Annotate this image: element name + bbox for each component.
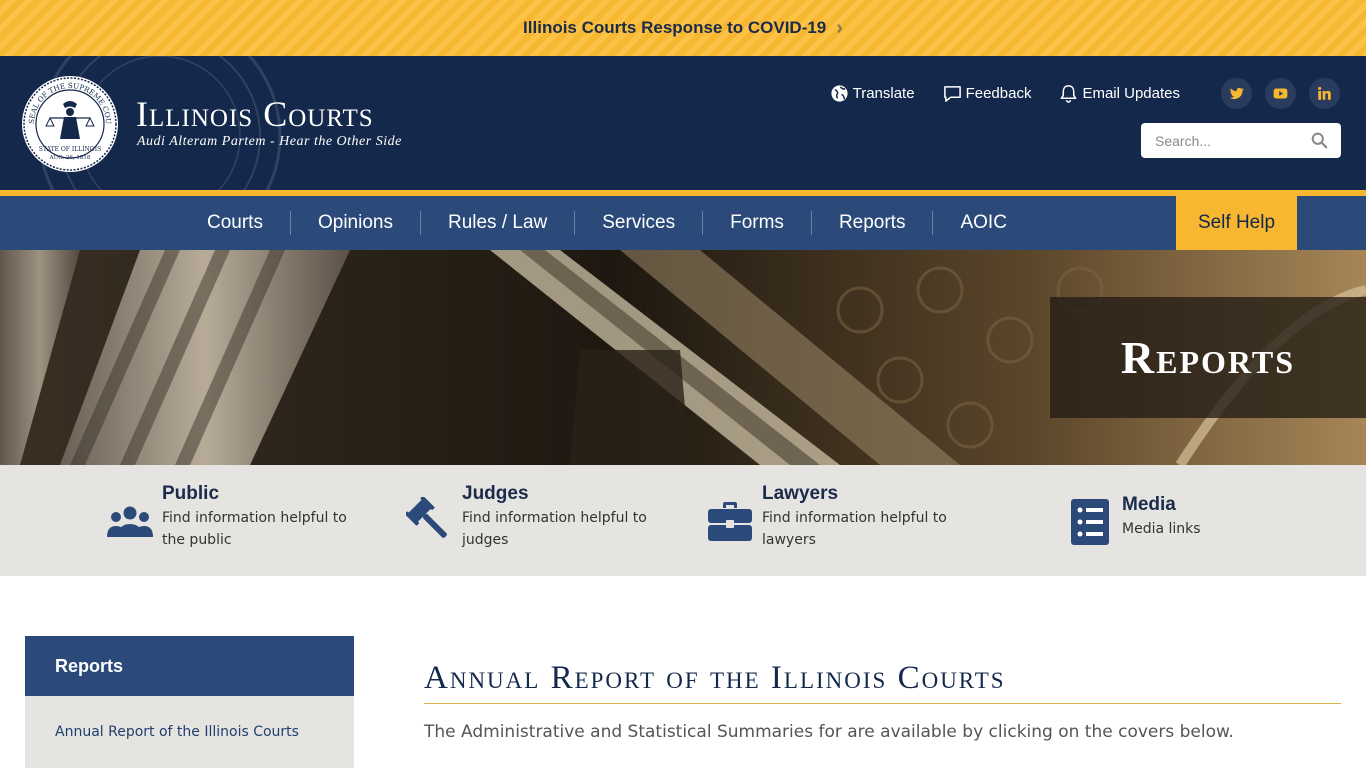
briefcase-icon: [706, 497, 754, 545]
svg-text:AUG. 26, 1818: AUG. 26, 1818: [49, 155, 91, 161]
people-icon: [106, 497, 154, 545]
site-motto: Audi Alteram Partem - Hear the Other Sid…: [137, 134, 402, 149]
audience-public-desc: Find information helpful to the public: [162, 510, 347, 548]
audience-media-title: Media: [1122, 494, 1176, 515]
page-title: Annual Report of the Illinois Courts: [424, 660, 1341, 704]
nav-services[interactable]: Services: [574, 211, 702, 235]
sidebar: Reports Annual Report of the Illinois Co…: [25, 636, 354, 768]
audience-public[interactable]: Public Find information helpful to the p…: [106, 483, 352, 551]
main-nav-items: Courts Opinions Rules / Law Services For…: [180, 196, 1034, 250]
email-updates-label: Email Updates: [1082, 85, 1180, 102]
audience-judges[interactable]: Judges Find information helpful to judge…: [406, 483, 652, 551]
search-icon: [1311, 132, 1327, 149]
intro-text: The Administrative and Statistical Summa…: [424, 722, 1234, 742]
globe-icon: [831, 85, 848, 102]
covid-link-label: Illinois Courts Response to COVID-19: [523, 18, 827, 37]
site-title[interactable]: Illinois Courts: [136, 96, 374, 132]
sidebar-list: Annual Report of the Illinois Courts: [25, 696, 354, 768]
search-box: [1141, 123, 1341, 158]
bell-icon: [1061, 85, 1077, 103]
nav-courts[interactable]: Courts: [180, 211, 290, 235]
main-nav: Courts Opinions Rules / Law Services For…: [0, 196, 1366, 250]
self-help-button[interactable]: Self Help: [1176, 196, 1297, 250]
audience-strip: Public Find information helpful to the p…: [0, 465, 1366, 576]
sidebar-item-annual-report[interactable]: Annual Report of the Illinois Courts: [25, 696, 354, 740]
chevron-right-icon: ›: [836, 16, 843, 39]
audience-lawyers-desc: Find information helpful to lawyers: [762, 510, 947, 548]
email-updates-link[interactable]: Email Updates: [1059, 84, 1180, 103]
main-content: Annual Report of the Illinois Courts The…: [424, 660, 1341, 742]
list-document-icon: [1066, 498, 1114, 546]
gavel-icon: [406, 497, 454, 545]
audience-public-title: Public: [162, 483, 220, 504]
svg-text:STATE OF ILLINOIS: STATE OF ILLINOIS: [39, 146, 101, 153]
search-input[interactable]: [1141, 123, 1301, 158]
audience-judges-title: Judges: [462, 483, 529, 504]
audience-judges-desc: Find information helpful to judges: [462, 510, 647, 548]
translate-label: Translate: [852, 85, 915, 102]
hero-title-box: Reports: [1050, 297, 1366, 418]
youtube-link[interactable]: [1265, 78, 1296, 109]
nav-reports[interactable]: Reports: [810, 211, 933, 235]
nav-opinions[interactable]: Opinions: [289, 211, 420, 235]
translate-link[interactable]: Translate: [830, 84, 915, 103]
feedback-link[interactable]: Feedback: [943, 84, 1032, 103]
hero-title: Reports: [1120, 332, 1296, 383]
hero-banner: Reports: [0, 250, 1366, 465]
nav-aoic[interactable]: AOIC: [932, 211, 1033, 235]
feedback-label: Feedback: [965, 85, 1032, 102]
audience-media[interactable]: Media Media links: [1066, 494, 1312, 546]
speech-bubble-icon: [943, 86, 961, 102]
site-header: SEAL OF THE SUPREME COURT STATE OF ILLIN…: [0, 56, 1366, 190]
audience-lawyers[interactable]: Lawyers Find information helpful to lawy…: [706, 483, 952, 551]
utility-nav: Translate Feedback Email Updates: [830, 78, 1340, 109]
sidebar-heading[interactable]: Reports: [25, 636, 354, 696]
nav-forms[interactable]: Forms: [702, 211, 811, 235]
youtube-icon: [1273, 88, 1288, 99]
audience-media-desc: Media links: [1122, 521, 1201, 537]
linkedin-link[interactable]: [1309, 78, 1340, 109]
audience-lawyers-title: Lawyers: [762, 483, 839, 504]
linkedin-icon: [1318, 86, 1331, 100]
nav-rules-law[interactable]: Rules / Law: [419, 211, 574, 235]
twitter-icon: [1229, 87, 1244, 100]
twitter-link[interactable]: [1221, 78, 1252, 109]
supreme-court-seal-logo[interactable]: SEAL OF THE SUPREME COURT STATE OF ILLIN…: [20, 74, 120, 174]
covid-response-link[interactable]: Illinois Courts Response to COVID-19 ›: [523, 17, 843, 40]
search-button[interactable]: [1301, 123, 1337, 158]
covid-banner: Illinois Courts Response to COVID-19 ›: [0, 0, 1366, 56]
